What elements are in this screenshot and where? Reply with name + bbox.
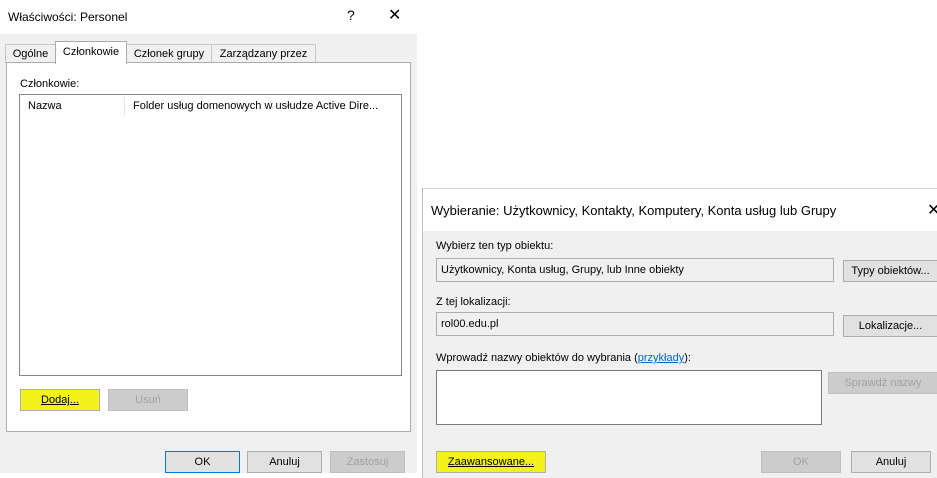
cancel-button[interactable]: Anuluj (851, 451, 931, 473)
object-types-button[interactable]: Typy obiektów... (843, 260, 937, 282)
object-type-field: Użytkownicy, Konta usług, Grupy, lub Inn… (436, 258, 834, 282)
add-button-label: Dodaj... (41, 394, 79, 406)
members-list-header: Nazwa Folder usług domenowych w usłudze … (20, 95, 401, 117)
select-objects-dialog: Wybieranie: Użytkownicy, Kontakty, Kompu… (422, 188, 937, 478)
names-label: Wprowadź nazwy obiektów do wybrania (prz… (436, 352, 691, 364)
check-names-button[interactable]: Sprawdź nazwy (828, 372, 937, 394)
cancel-button[interactable]: Anuluj (247, 451, 322, 473)
location-label: Z tej lokalizacji: (436, 296, 511, 308)
members-list[interactable]: Nazwa Folder usług domenowych w usłudze … (19, 94, 402, 376)
names-label-end: ): (684, 352, 691, 364)
add-button[interactable]: Dodaj... (20, 389, 100, 411)
members-label: Członkowie: (20, 78, 80, 90)
advanced-button-label: Zaawansowane... (447, 456, 535, 468)
remove-button[interactable]: Usuń (108, 389, 188, 411)
properties-title: Właściwości: Personel (8, 10, 128, 24)
column-header-folder[interactable]: Folder usług domenowych w usłudze Active… (125, 95, 401, 117)
object-type-label: Wybierz ten typ obiektu: (436, 240, 554, 252)
apply-button[interactable]: Zastosuj (330, 451, 405, 473)
locations-button[interactable]: Lokalizacje... (843, 315, 937, 337)
properties-titlebar: Właściwości: Personel ? ✕ (0, 0, 417, 34)
properties-dialog: Właściwości: Personel ? ✕ Ogólne Członko… (0, 0, 417, 473)
location-field: rol00.edu.pl (436, 312, 834, 336)
tab-managed-by[interactable]: Zarządzany przez (211, 44, 316, 63)
tab-member-of[interactable]: Członek grupy (126, 44, 212, 63)
ok-button[interactable]: OK (165, 451, 240, 473)
close-icon[interactable]: ✕ (388, 5, 401, 25)
select-title: Wybieranie: Użytkownicy, Kontakty, Kompu… (431, 203, 837, 218)
advanced-button[interactable]: Zaawansowane... (436, 451, 546, 473)
tab-members[interactable]: Członkowie (55, 41, 127, 64)
close-icon[interactable]: ✕ (927, 200, 937, 220)
select-titlebar: Wybieranie: Użytkownicy, Kontakty, Kompu… (423, 188, 937, 231)
names-label-text: Wprowadź nazwy obiektów do wybrania ( (436, 352, 638, 364)
column-header-name[interactable]: Nazwa (20, 95, 124, 117)
tab-general[interactable]: Ogólne (5, 44, 56, 63)
examples-link[interactable]: przykłady (638, 352, 684, 364)
object-names-input[interactable] (436, 370, 822, 425)
ok-button[interactable]: OK (761, 451, 841, 473)
help-icon[interactable]: ? (347, 7, 355, 23)
